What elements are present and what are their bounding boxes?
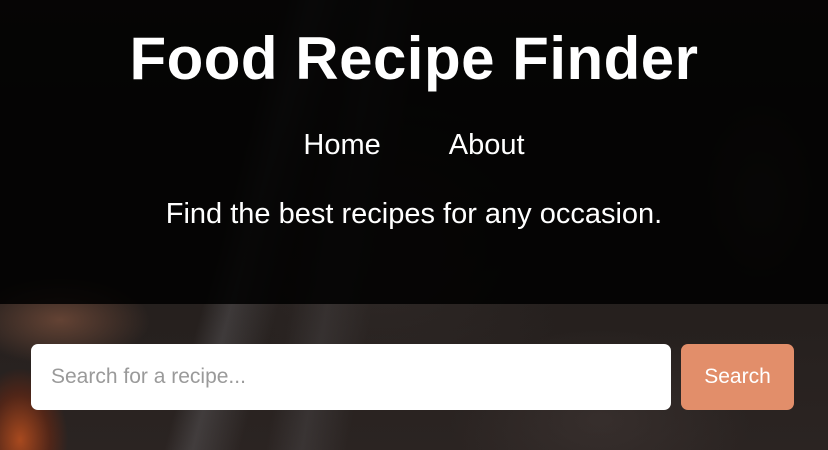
page: Food Recipe Finder Home About Find the b… <box>0 0 828 450</box>
main-nav: Home About <box>0 126 828 164</box>
nav-link-home[interactable]: Home <box>303 126 380 164</box>
nav-link-about[interactable]: About <box>449 126 525 164</box>
header: Food Recipe Finder Home About Find the b… <box>0 0 828 304</box>
tagline: Find the best recipes for any occasion. <box>165 198 663 230</box>
page-title: Food Recipe Finder <box>129 25 699 92</box>
search-input[interactable] <box>31 344 671 410</box>
search-button[interactable]: Search <box>681 344 794 410</box>
search-bar: Search <box>31 344 794 410</box>
